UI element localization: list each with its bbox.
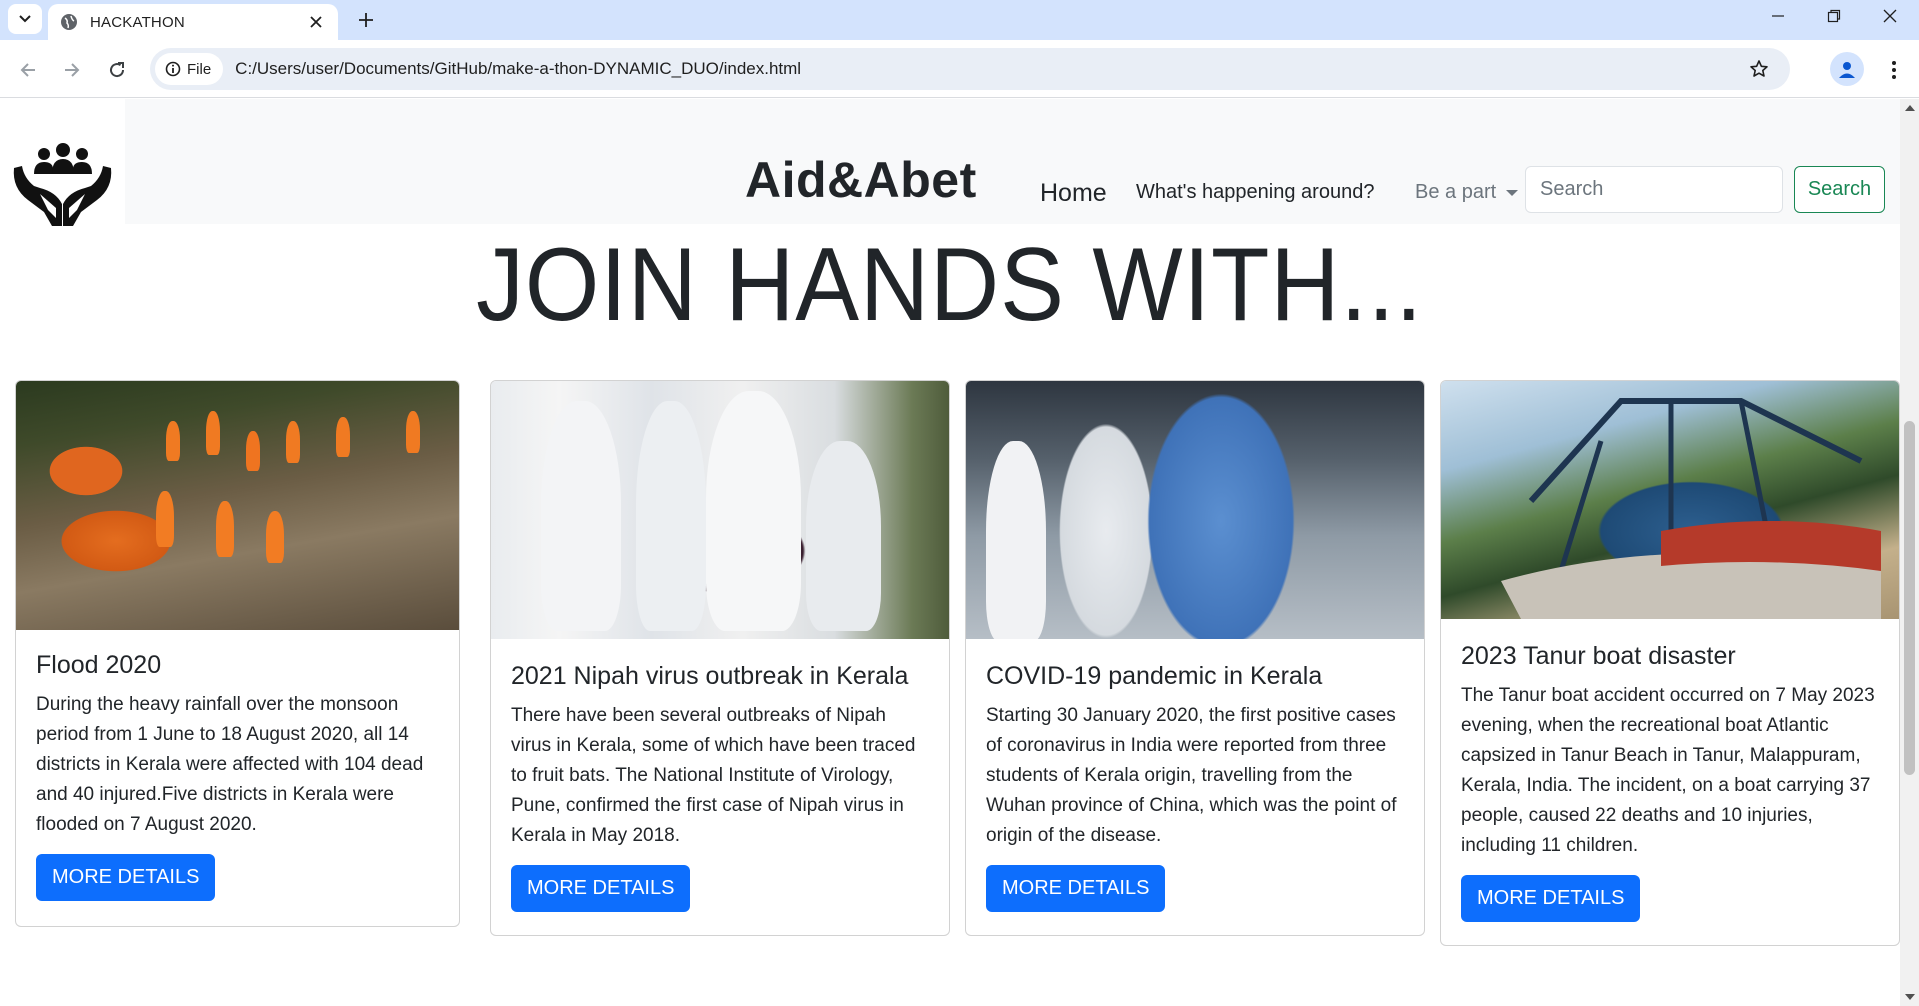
card-text: There have been several outbreaks of Nip…	[511, 705, 916, 846]
card-image	[1441, 381, 1899, 619]
logo[interactable]	[0, 116, 125, 240]
profile-icon	[1839, 62, 1855, 78]
card-image	[16, 381, 459, 630]
back-icon	[20, 63, 35, 77]
page-viewport: Aid&Abet Home What's happening around? B…	[0, 99, 1900, 1006]
window-close-button[interactable]	[1862, 0, 1918, 32]
nav-link-home[interactable]: Home	[1040, 179, 1107, 208]
nav-dropdown-be-a-part[interactable]: Be a part	[1415, 181, 1519, 204]
card-title: 2021 Nipah virus outbreak in Kerala	[511, 662, 909, 690]
logo-icon	[13, 143, 112, 226]
bookmark-button[interactable]	[1742, 52, 1776, 86]
restore-icon	[1827, 9, 1841, 23]
url-text[interactable]: C:/Users/user/Documents/GitHub/make-a-th…	[235, 59, 1742, 79]
forward-button[interactable]	[56, 54, 88, 86]
browser-tabstrip: HACKATHON	[0, 0, 1919, 40]
tab-title: HACKATHON	[90, 13, 185, 31]
more-details-button[interactable]: MORE DETAILS	[1461, 875, 1641, 922]
card-text: Starting 30 January 2020, the first posi…	[986, 705, 1397, 846]
chevron-down-icon	[1506, 189, 1519, 196]
tab-search-button[interactable]	[8, 4, 42, 34]
window-close-icon	[1883, 9, 1897, 23]
hero-heading-text: JOIN HANDS WITH...	[476, 227, 1424, 343]
tab-list-icon	[19, 15, 31, 23]
new-tab-button[interactable]	[350, 4, 382, 36]
card-body: 2021 Nipah virus outbreak in Kerala Ther…	[491, 639, 949, 912]
more-details-button[interactable]: MORE DETAILS	[36, 854, 216, 901]
browser-toolbar: File C:/Users/user/Documents/GitHub/make…	[0, 40, 1919, 98]
minimize-icon	[1772, 15, 1784, 17]
card-tanur-boat-2023: 2023 Tanur boat disaster The Tanur boat …	[1440, 380, 1900, 946]
nav-link-happening[interactable]: What's happening around?	[1136, 181, 1374, 204]
navbar: Aid&Abet Home What's happening around? B…	[125, 99, 1900, 224]
browser-tab[interactable]: HACKATHON	[48, 4, 338, 40]
browser-menu-button[interactable]	[1878, 54, 1910, 86]
more-details-button[interactable]: MORE DETAILS	[986, 865, 1166, 912]
card-body: COVID-19 pandemic in Kerala Starting 30 …	[966, 639, 1424, 912]
profile-button[interactable]	[1830, 52, 1864, 86]
card-body: 2023 Tanur boat disaster The Tanur boat …	[1441, 619, 1899, 922]
scroll-down-arrow-icon[interactable]	[1905, 994, 1915, 1000]
brand-title[interactable]: Aid&Abet	[745, 151, 977, 209]
card-nipah-2021: 2021 Nipah virus outbreak in Kerala Ther…	[490, 380, 950, 936]
card-covid-19: COVID-19 pandemic in Kerala Starting 30 …	[965, 380, 1425, 936]
address-bar[interactable]: File C:/Users/user/Documents/GitHub/make…	[150, 48, 1790, 90]
nav-dropdown-label: Be a part	[1415, 181, 1497, 203]
globe-icon	[61, 14, 77, 30]
search-input[interactable]	[1525, 166, 1783, 213]
scroll-thumb[interactable]	[1904, 421, 1915, 775]
boat-frame-shape	[1501, 398, 1881, 619]
card-image	[966, 381, 1424, 639]
card-image	[491, 381, 949, 639]
reload-icon	[110, 62, 125, 78]
scroll-up-arrow-icon[interactable]	[1905, 105, 1915, 111]
card-title: Flood 2020	[36, 651, 162, 679]
site-info-chip[interactable]: File	[155, 53, 224, 85]
restore-button[interactable]	[1806, 0, 1862, 32]
card-title: 2023 Tanur boat disaster	[1461, 642, 1736, 670]
close-icon[interactable]	[306, 12, 326, 32]
minimize-button[interactable]	[1750, 0, 1806, 32]
reload-button[interactable]	[101, 54, 133, 86]
info-icon	[165, 61, 181, 77]
card-body: Flood 2020 During the heavy rainfall ove…	[16, 630, 459, 901]
more-details-button[interactable]: MORE DETAILS	[511, 865, 691, 912]
hero-heading: JOIN HANDS WITH...	[0, 226, 1900, 345]
file-chip-label: File	[187, 60, 212, 78]
star-icon	[1750, 60, 1768, 77]
card-flood-2020: Flood 2020 During the heavy rainfall ove…	[15, 380, 460, 927]
card-title: COVID-19 pandemic in Kerala	[986, 662, 1323, 690]
back-button[interactable]	[12, 54, 44, 86]
card-text: The Tanur boat accident occurred on 7 Ma…	[1461, 685, 1875, 856]
plus-icon	[359, 13, 373, 27]
menu-icon	[1892, 61, 1896, 79]
search-button[interactable]: Search	[1794, 166, 1885, 213]
page-scrollbar[interactable]	[1900, 99, 1919, 1006]
card-text: During the heavy rainfall over the monso…	[36, 694, 424, 835]
forward-icon	[65, 63, 80, 77]
